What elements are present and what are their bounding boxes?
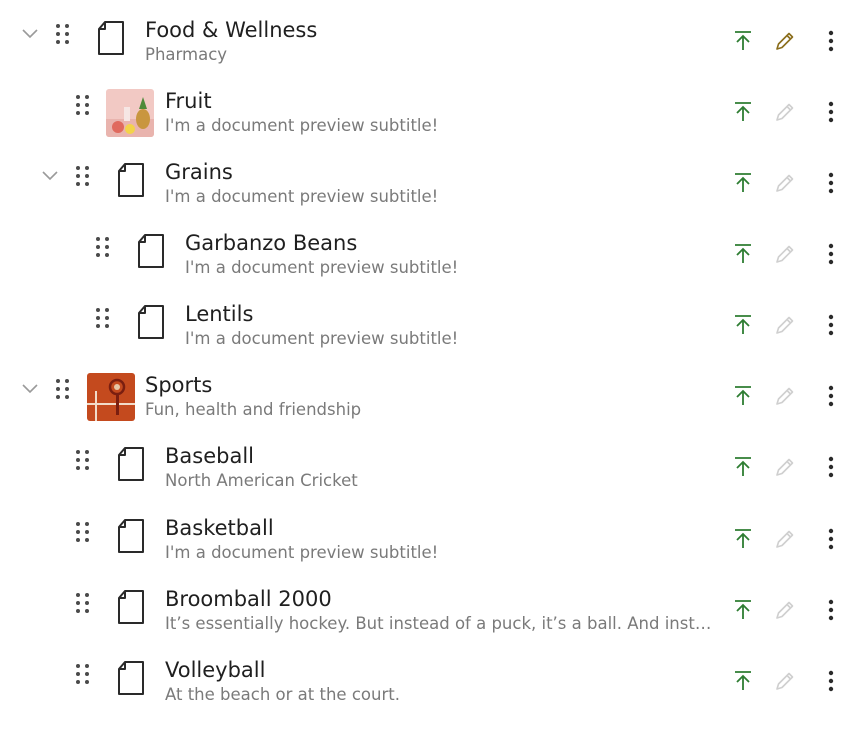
publish-icon[interactable]	[730, 526, 756, 552]
row-title: Lentils	[185, 302, 254, 326]
more-vertical-icon[interactable]	[818, 99, 844, 125]
drag-handle-icon[interactable]	[54, 377, 72, 401]
tree-row[interactable]: Baseball North American Cricket	[0, 428, 864, 499]
publish-icon[interactable]	[730, 383, 756, 409]
document-icon	[116, 518, 146, 554]
row-text: Garbanzo Beans I'm a document preview su…	[185, 230, 716, 279]
drag-handle-icon[interactable]	[94, 235, 112, 259]
row-subtitle: Pharmacy	[145, 45, 228, 64]
tree-row[interactable]: Sports Fun, health and friendship	[0, 357, 864, 428]
pencil-icon[interactable]	[772, 597, 798, 623]
row-subtitle: I'm a document preview subtitle!	[165, 116, 439, 135]
more-vertical-icon[interactable]	[818, 241, 844, 267]
drag-handle-icon[interactable]	[54, 22, 72, 46]
row-text: Lentils I'm a document preview subtitle!	[185, 301, 716, 350]
publish-icon[interactable]	[730, 99, 756, 125]
row-subtitle: I'm a document preview subtitle!	[165, 187, 439, 206]
document-icon	[116, 162, 146, 198]
row-text: Grains I'm a document preview subtitle!	[165, 159, 716, 208]
tree-row[interactable]: Grains I'm a document preview subtitle!	[0, 144, 864, 215]
row-title: Sports	[145, 373, 213, 397]
pencil-icon[interactable]	[772, 241, 798, 267]
document-icon	[116, 446, 146, 482]
row-text: Fruit I'm a document preview subtitle!	[165, 88, 716, 137]
publish-icon[interactable]	[730, 312, 756, 338]
more-vertical-icon[interactable]	[818, 312, 844, 338]
more-vertical-icon[interactable]	[818, 383, 844, 409]
pencil-icon[interactable]	[772, 383, 798, 409]
row-text: Sports Fun, health and friendship	[145, 372, 716, 421]
row-title: Basketball	[165, 516, 274, 540]
tree-row[interactable]: Broomball 2000 It’s essentially hockey. …	[0, 571, 864, 642]
pencil-icon[interactable]	[772, 99, 798, 125]
row-subtitle: I'm a document preview subtitle!	[185, 258, 459, 277]
row-text: Volleyball At the beach or at the court.	[165, 657, 716, 706]
tree-row[interactable]: Garbanzo Beans I'm a document preview su…	[0, 215, 864, 286]
drag-handle-icon[interactable]	[74, 164, 92, 188]
more-vertical-icon[interactable]	[818, 597, 844, 623]
tree-row[interactable]: Food & Wellness Pharmacy	[0, 2, 864, 73]
fruit-thumbnail	[106, 89, 154, 137]
tree-row[interactable]: Volleyball At the beach or at the court.	[0, 642, 864, 713]
drag-handle-icon[interactable]	[74, 93, 92, 117]
row-title: Baseball	[165, 444, 255, 468]
publish-icon[interactable]	[730, 28, 756, 54]
more-vertical-icon[interactable]	[818, 454, 844, 480]
chevron-down-icon[interactable]	[20, 379, 40, 399]
pencil-icon[interactable]	[772, 526, 798, 552]
row-text: Basketball I'm a document preview subtit…	[165, 515, 716, 564]
document-icon	[96, 20, 126, 56]
pencil-icon[interactable]	[772, 28, 798, 54]
more-vertical-icon[interactable]	[818, 526, 844, 552]
drag-handle-icon[interactable]	[74, 662, 92, 686]
document-icon	[116, 589, 146, 625]
tree-row[interactable]: Lentils I'm a document preview subtitle!	[0, 286, 864, 357]
row-title: Garbanzo Beans	[185, 231, 358, 255]
pencil-icon[interactable]	[772, 668, 798, 694]
publish-icon[interactable]	[730, 241, 756, 267]
sports-thumbnail	[87, 373, 135, 421]
document-icon	[136, 304, 166, 340]
row-subtitle: At the beach or at the court.	[165, 685, 400, 704]
row-subtitle: It’s essentially hockey. But instead of …	[165, 614, 716, 633]
row-title: Fruit	[165, 89, 212, 113]
row-subtitle: I'm a document preview subtitle!	[165, 543, 439, 562]
drag-handle-icon[interactable]	[94, 306, 112, 330]
drag-handle-icon[interactable]	[74, 520, 92, 544]
row-title: Broomball 2000	[165, 587, 332, 611]
more-vertical-icon[interactable]	[818, 28, 844, 54]
pencil-icon[interactable]	[772, 170, 798, 196]
publish-icon[interactable]	[730, 668, 756, 694]
chevron-down-icon[interactable]	[20, 24, 40, 44]
row-title: Volleyball	[165, 658, 266, 682]
more-vertical-icon[interactable]	[818, 668, 844, 694]
row-subtitle: I'm a document preview subtitle!	[185, 329, 459, 348]
pencil-icon[interactable]	[772, 312, 798, 338]
document-icon	[116, 660, 146, 696]
row-text: Food & Wellness Pharmacy	[145, 17, 716, 66]
more-vertical-icon[interactable]	[818, 170, 844, 196]
chevron-down-icon[interactable]	[40, 166, 60, 186]
publish-icon[interactable]	[730, 170, 756, 196]
drag-handle-icon[interactable]	[74, 591, 92, 615]
row-subtitle: Fun, health and friendship	[145, 400, 362, 419]
tree-row[interactable]: Basketball I'm a document preview subtit…	[0, 500, 864, 571]
publish-icon[interactable]	[730, 597, 756, 623]
row-subtitle: North American Cricket	[165, 471, 358, 490]
tree-row[interactable]: Fruit I'm a document preview subtitle!	[0, 73, 864, 144]
publish-icon[interactable]	[730, 454, 756, 480]
drag-handle-icon[interactable]	[74, 448, 92, 472]
row-title: Grains	[165, 160, 233, 184]
document-icon	[136, 233, 166, 269]
pencil-icon[interactable]	[772, 454, 798, 480]
row-title: Food & Wellness	[145, 18, 318, 42]
row-text: Broomball 2000 It’s essentially hockey. …	[165, 586, 716, 635]
row-text: Baseball North American Cricket	[165, 443, 716, 492]
